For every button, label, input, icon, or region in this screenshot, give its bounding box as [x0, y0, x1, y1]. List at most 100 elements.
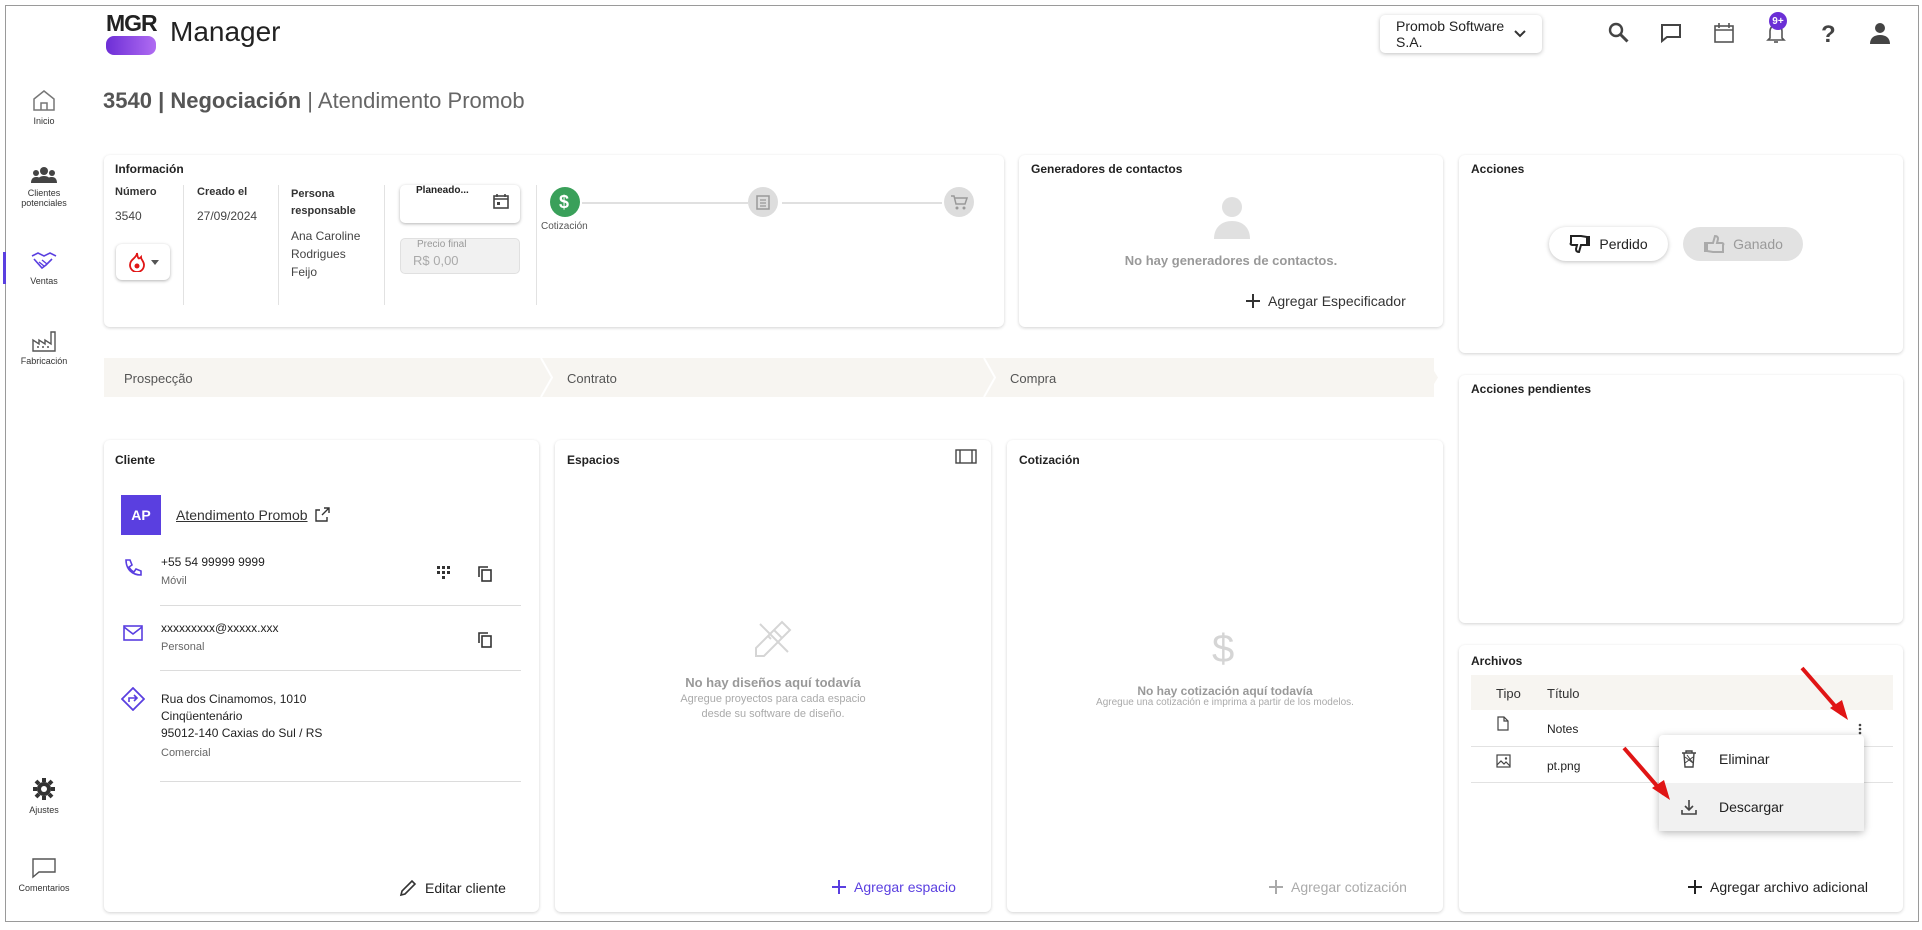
created-label: Creado el [197, 186, 248, 198]
company-select[interactable]: Promob Software S.A. [1380, 15, 1542, 53]
client-name: Atendimento Promob [176, 507, 308, 523]
svg-text:$: $ [559, 192, 569, 212]
quote-empty-sub: Agregue una cotización e imprima a parti… [1096, 697, 1354, 708]
copy-icon[interactable] [478, 632, 492, 648]
logo-mark [106, 36, 156, 55]
image-icon [1496, 754, 1511, 768]
spaces-title: Espacios [567, 453, 620, 467]
svg-text:?: ? [1821, 21, 1836, 45]
search-icon[interactable] [1602, 16, 1636, 50]
caret-down-icon [150, 259, 159, 265]
sidebar-item-ajustes[interactable]: Ajustes [16, 777, 72, 815]
add-specifier-button[interactable]: Agregar Especificador [1246, 293, 1406, 309]
client-name-link[interactable]: Atendimento Promob [176, 507, 330, 523]
view-toggle-icon[interactable] [955, 449, 977, 465]
quote-card [1007, 440, 1443, 912]
pipeline-stage-contrato[interactable]: Contrato [567, 371, 617, 386]
sidebar-item-fabricacion[interactable]: Fabricación [16, 330, 72, 366]
calendar-icon[interactable] [493, 193, 509, 209]
factory-icon [16, 330, 72, 352]
dollar-icon: $ [1210, 628, 1238, 668]
chevron-down-icon [1514, 30, 1526, 38]
chat-icon [16, 857, 72, 879]
user-avatar-icon[interactable] [1863, 16, 1897, 50]
chat-icon[interactable] [1654, 16, 1688, 50]
sidebar-item-clientes[interactable]: Clientes potenciales [16, 166, 72, 208]
info-title: Información [115, 162, 184, 176]
pipeline-end [1426, 358, 1438, 397]
sidebar-item-ventas[interactable]: Ventas [16, 250, 72, 286]
person-icon [1212, 195, 1252, 239]
add-quote-button[interactable]: Agregar cotización [1269, 879, 1407, 895]
dollar-icon[interactable]: $ [550, 187, 580, 217]
responsible-value: Ana Caroline Rodrigues Feijo [291, 229, 361, 279]
created-value: 27/09/2024 [197, 209, 258, 223]
won-label: Ganado [1733, 236, 1783, 252]
sidebar-item-label: Ajustes [29, 805, 59, 815]
number-value: 3540 [115, 209, 142, 223]
address-line-3: 95012-140 Caxias do Sul / RS [161, 726, 323, 740]
file-title[interactable]: Notes [1547, 722, 1578, 736]
info-card [104, 155, 1004, 327]
divider [160, 781, 521, 782]
stepper-line [582, 202, 748, 204]
won-button[interactable]: Ganado [1683, 227, 1803, 261]
lost-button[interactable]: Perdido [1549, 227, 1668, 261]
sidebar-active-indicator [3, 252, 6, 284]
sidebar-item-comentarios[interactable]: Comentarios [16, 857, 72, 893]
thumbs-down-icon [1569, 234, 1591, 254]
sidebar-item-label: Inicio [33, 116, 55, 126]
deal-number: 3540 [103, 88, 152, 113]
address-line-1: Rua dos Cinamomos, 1010 [161, 692, 307, 706]
contacts-title: Generadores de contactos [1031, 162, 1183, 176]
more-vertical-icon[interactable] [1858, 723, 1862, 735]
annotation-arrow-icon [1620, 744, 1678, 806]
menu-item-delete[interactable]: Eliminar [1659, 735, 1864, 783]
spaces-empty-sub-2: desde su software de diseño. [701, 708, 845, 720]
thumbs-up-icon [1703, 234, 1725, 254]
divider [160, 605, 521, 606]
address-type: Comercial [161, 747, 211, 759]
people-icon [16, 166, 72, 184]
final-price-field[interactable]: Precio final R$ 0,00 [400, 238, 520, 274]
final-price-value: R$ 0,00 [413, 253, 459, 268]
dialpad-icon[interactable] [437, 566, 451, 580]
spaces-empty-title: No hay diseños aquí todavía [685, 675, 861, 690]
cart-icon[interactable] [944, 187, 974, 217]
help-icon[interactable]: ? [1811, 16, 1845, 50]
planned-date-label: Planeado... [416, 185, 469, 196]
file-title[interactable]: pt.png [1547, 759, 1580, 773]
menu-item-download[interactable]: Descargar [1659, 783, 1864, 831]
pipeline-stage-prospeccao[interactable]: Prospecção [124, 371, 193, 386]
calendar-icon[interactable] [1707, 16, 1741, 50]
sidebar-item-label: Ventas [30, 276, 58, 286]
add-space-button[interactable]: Agregar espacio [832, 879, 956, 895]
phone-type: Móvil [161, 575, 187, 587]
menu-item-delete-label: Eliminar [1719, 751, 1770, 767]
edit-client-button[interactable]: Editar cliente [399, 879, 506, 897]
column-header-title: Título [1547, 686, 1580, 701]
planned-date-field[interactable]: Planeado... [400, 185, 520, 223]
stepper-line [782, 202, 942, 204]
divider [183, 185, 184, 305]
pending-actions-card [1459, 375, 1903, 623]
step-label: Cotización [541, 221, 588, 232]
file-context-menu: Eliminar Descargar [1659, 735, 1864, 831]
email-type: Personal [161, 641, 205, 653]
pencil-icon [399, 879, 417, 897]
add-file-label: Agregar archivo adicional [1710, 879, 1868, 895]
directions-icon [121, 687, 145, 711]
fire-icon [128, 252, 146, 272]
sidebar-item-inicio[interactable]: Inicio [16, 88, 72, 126]
spaces-empty-sub-1: Agregue proyectos para cada espacio [680, 693, 866, 705]
copy-icon[interactable] [478, 566, 492, 582]
temperature-select[interactable] [116, 244, 170, 280]
plus-icon [1246, 294, 1260, 308]
pipeline-stage-compra[interactable]: Compra [1010, 371, 1056, 386]
edit-client-label: Editar cliente [425, 880, 506, 896]
column-header-type: Tipo [1496, 686, 1521, 701]
add-file-button[interactable]: Agregar archivo adicional [1688, 879, 1868, 895]
lost-label: Perdido [1599, 236, 1648, 252]
clipboard-icon[interactable] [748, 187, 778, 217]
pipeline-chevron [983, 358, 997, 397]
